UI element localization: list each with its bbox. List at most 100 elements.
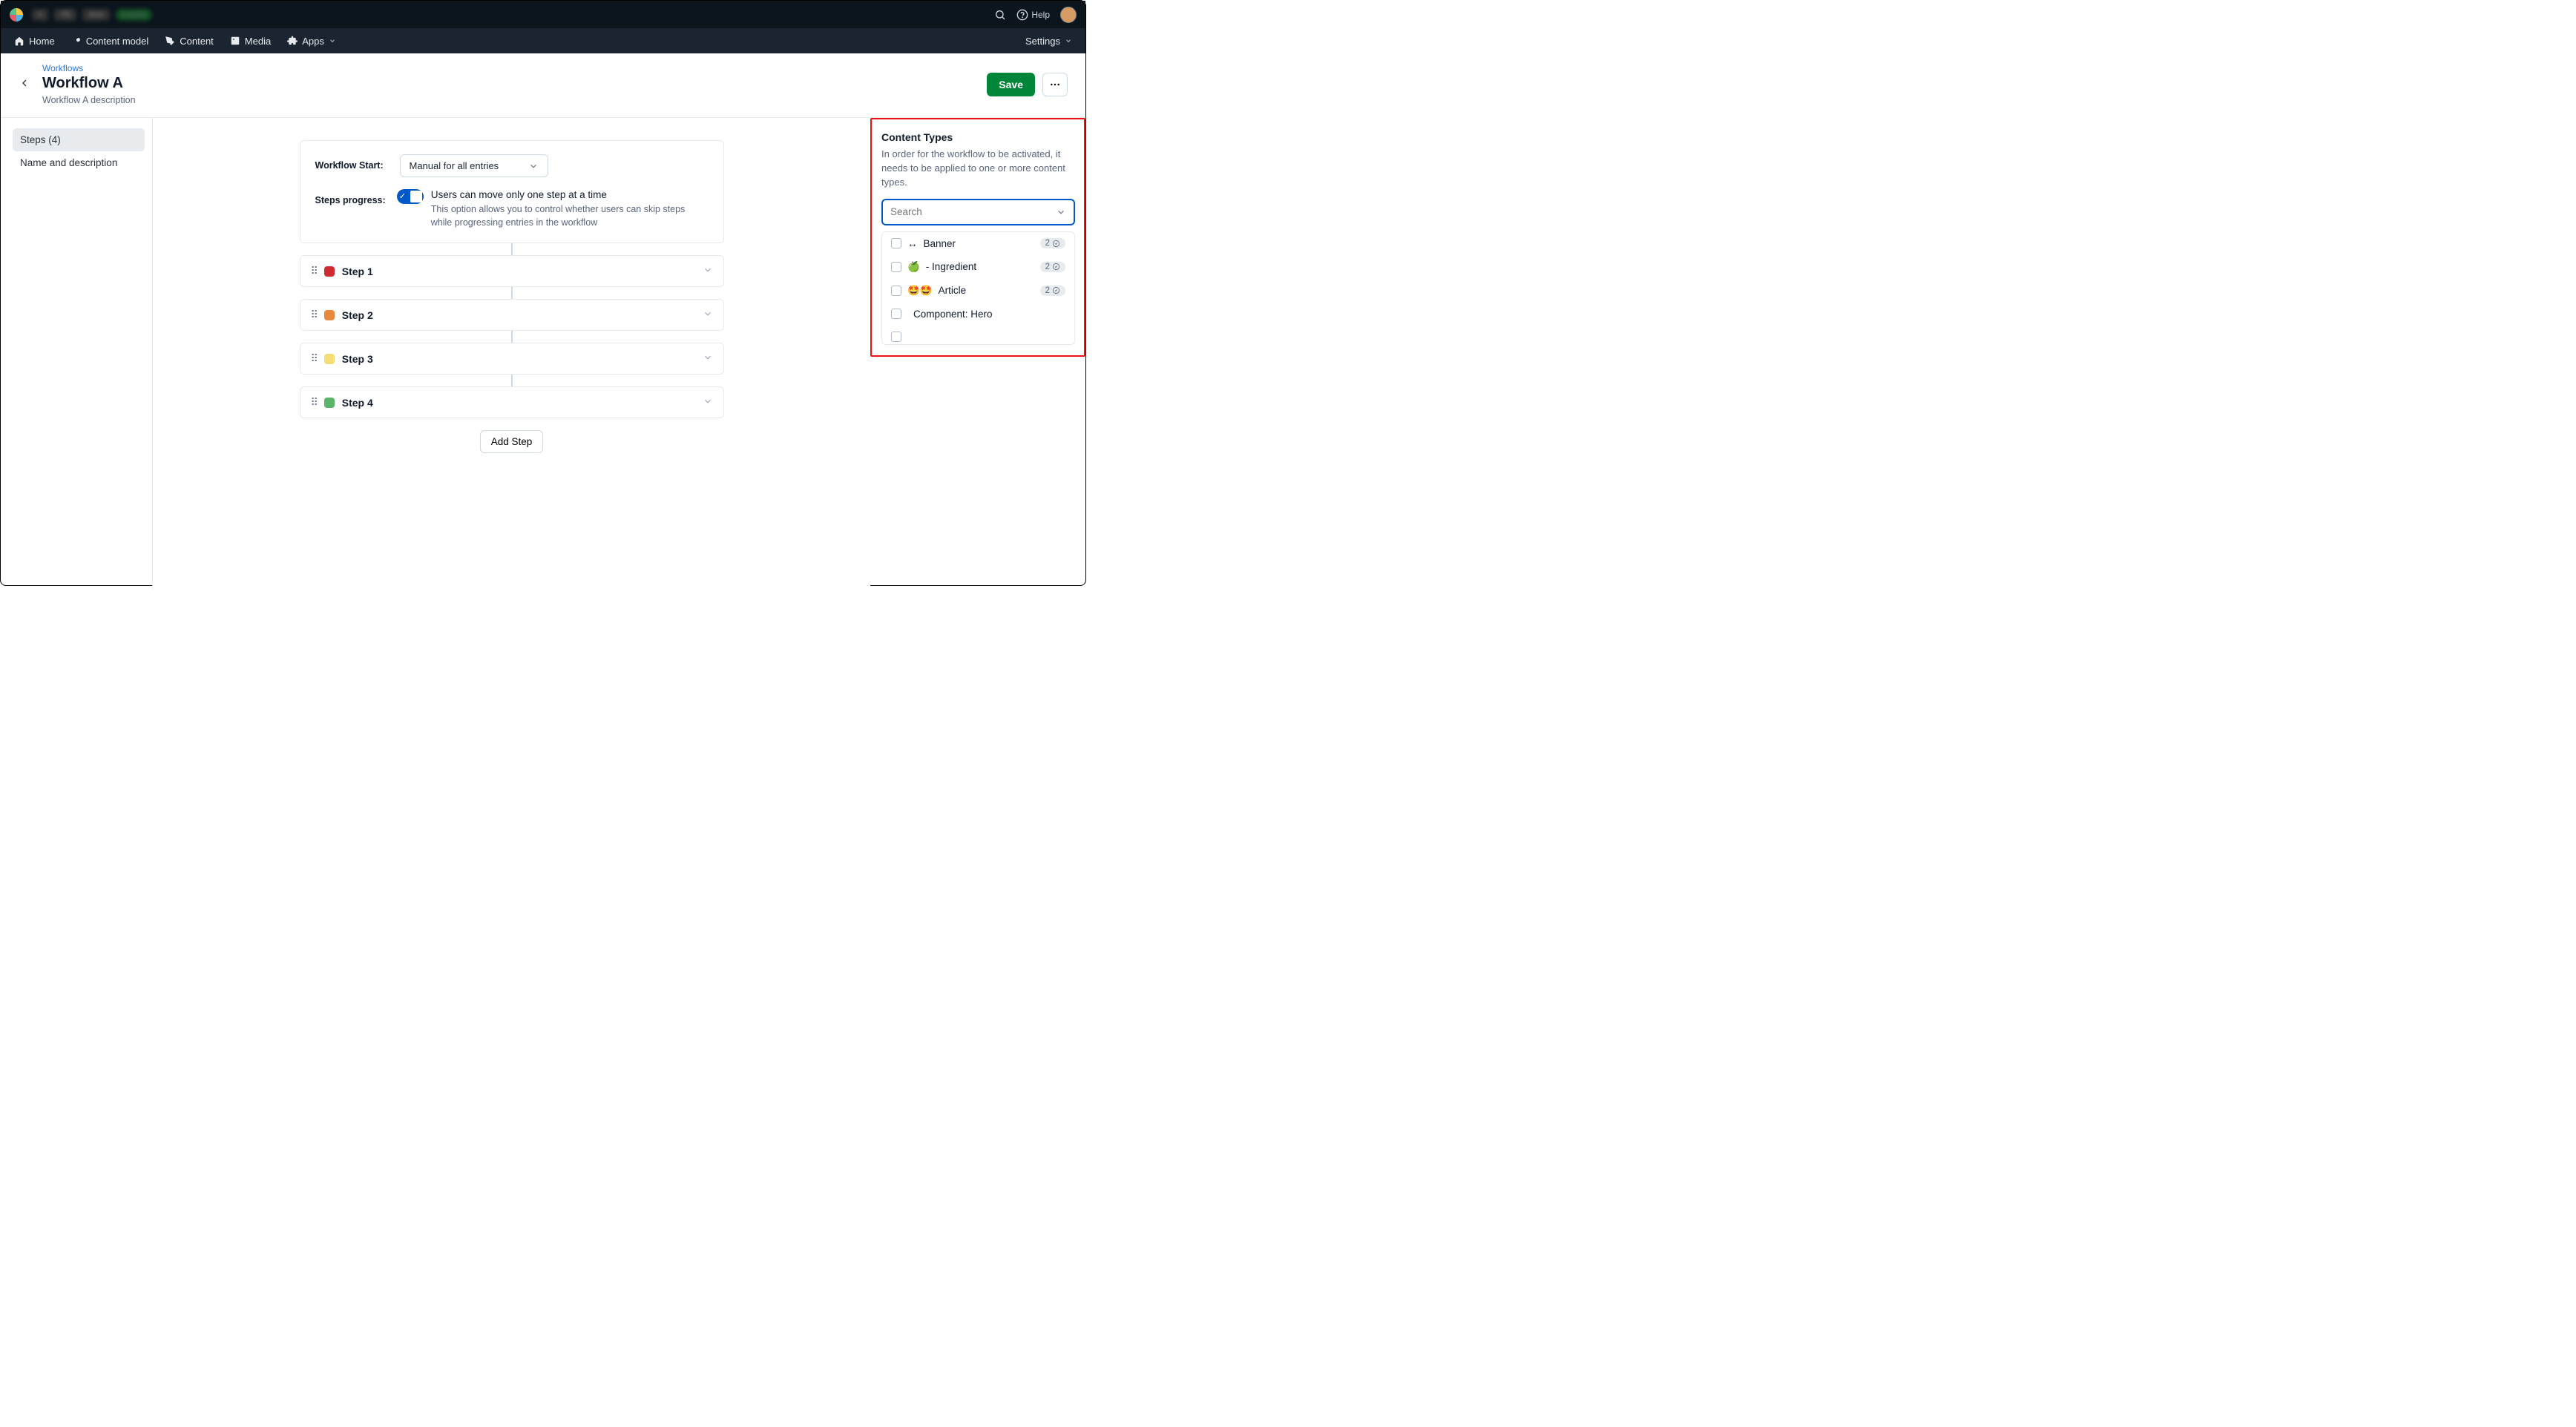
drag-handle-icon[interactable]: ⠿: [311, 396, 317, 409]
step-row[interactable]: ⠿ Step 1: [300, 255, 724, 287]
nav-settings-label: Settings: [1025, 36, 1060, 47]
main-content: Workflow Start: Manual for all entries S…: [153, 118, 870, 589]
chevron-down-icon: [1056, 207, 1066, 217]
sidebar-item-steps[interactable]: Steps (4): [13, 128, 145, 151]
content-type-item[interactable]: 🍏 - Ingredient 2: [882, 255, 1074, 279]
search-icon[interactable]: [994, 9, 1006, 21]
content-types-list: ↔ Banner 2 🍏 - Ingredient 2 🤩🤩 Article 2…: [881, 231, 1075, 345]
toggle-title: Users can move only one step at a time: [431, 189, 709, 200]
workflow-start-select[interactable]: Manual for all entries: [400, 154, 548, 177]
page-title: Workflow A: [42, 75, 136, 92]
left-sidebar: Steps (4) Name and description: [1, 118, 153, 589]
workflow-start-label: Workflow Start:: [315, 154, 390, 171]
checkbox[interactable]: [891, 238, 901, 248]
content-type-item[interactable]: ↔ Banner 2: [882, 232, 1074, 255]
step-connector: [511, 331, 513, 343]
step-connector: [511, 375, 513, 386]
navbar: Home Content model Content Media Apps Se…: [1, 28, 1085, 53]
puzzle-icon: [287, 36, 298, 46]
chevron-down-icon: [329, 37, 336, 45]
step-connector: [511, 287, 513, 299]
step-label: Step 3: [342, 353, 373, 365]
chevron-down-icon: [703, 309, 713, 321]
back-button[interactable]: [19, 77, 36, 91]
usage-count-badge: 2: [1040, 262, 1065, 272]
more-actions-button[interactable]: [1042, 73, 1068, 96]
org-switcher-blurred: ≡ TE Amr master: [32, 9, 152, 21]
content-types-search[interactable]: [881, 199, 1075, 225]
chevron-down-icon: [1065, 37, 1072, 45]
logo-icon: [10, 8, 23, 22]
content-types-title: Content Types: [881, 131, 1075, 143]
page-header: Workflows Workflow A Workflow A descript…: [1, 53, 1085, 118]
content-type-item[interactable]: 🤩🤩 Article 2: [882, 279, 1074, 303]
usage-count-badge: 2: [1040, 286, 1065, 296]
nav-home[interactable]: Home: [14, 36, 55, 47]
nav-home-label: Home: [29, 36, 55, 47]
nav-apps-label: Apps: [302, 36, 324, 47]
step-label: Step 1: [342, 266, 373, 277]
steps-progress-toggle[interactable]: ✓: [397, 189, 424, 204]
workflow-icon: [1052, 263, 1060, 271]
workflow-icon: [1052, 286, 1060, 294]
search-input[interactable]: [890, 206, 1031, 217]
nav-content-model[interactable]: Content model: [71, 36, 149, 47]
workflow-icon: [1052, 240, 1060, 248]
nav-media-label: Media: [245, 36, 271, 47]
steps-progress-label: Steps progress:: [315, 189, 387, 205]
checkbox[interactable]: [891, 309, 901, 319]
step-label: Step 4: [342, 397, 373, 409]
usage-count-badge: 2: [1040, 238, 1065, 248]
content-type-label: Banner: [924, 238, 956, 249]
topbar: ≡ TE Amr master Help: [1, 1, 1085, 28]
step-row[interactable]: ⠿ Step 4: [300, 386, 724, 418]
workflow-config-card: Workflow Start: Manual for all entries S…: [300, 140, 724, 243]
checkbox[interactable]: [891, 332, 901, 342]
step-connector: [511, 243, 513, 255]
nav-apps[interactable]: Apps: [287, 36, 336, 47]
nav-content-model-label: Content model: [86, 36, 149, 47]
body: Steps (4) Name and description Workflow …: [1, 118, 1085, 589]
page-description: Workflow A description: [42, 95, 136, 105]
checkbox[interactable]: [891, 262, 901, 272]
content-type-item[interactable]: [882, 326, 1074, 345]
avatar[interactable]: [1060, 7, 1077, 23]
content-types-description: In order for the workflow to be activate…: [881, 148, 1075, 190]
content-type-label: Article: [939, 285, 967, 296]
content-type-label: - Ingredient: [926, 261, 976, 272]
chevron-left-icon: [19, 77, 30, 89]
content-type-label: Component: Hero: [913, 309, 993, 320]
chevron-down-icon: [703, 396, 713, 409]
help-button[interactable]: Help: [1016, 9, 1050, 21]
checkbox[interactable]: [891, 286, 901, 296]
sidebar-item-name-description[interactable]: Name and description: [13, 151, 145, 174]
drag-handle-icon[interactable]: ⠿: [311, 265, 317, 277]
toggle-description: This option allows you to control whethe…: [431, 203, 709, 229]
pen-icon: [165, 36, 175, 46]
add-step-button[interactable]: Add Step: [480, 430, 544, 453]
chevron-down-icon: [703, 352, 713, 365]
content-type-icon: ↔: [907, 238, 918, 249]
drag-handle-icon[interactable]: ⠿: [311, 309, 317, 321]
step-label: Step 2: [342, 309, 373, 321]
step-color-dot: [324, 398, 335, 408]
workflow-start-value: Manual for all entries: [410, 160, 499, 171]
dots-icon: [1049, 79, 1061, 90]
nav-settings[interactable]: Settings: [1025, 36, 1072, 47]
content-type-item[interactable]: Component: Hero: [882, 303, 1074, 326]
save-button[interactable]: Save: [987, 73, 1035, 96]
image-icon: [230, 36, 240, 46]
step-row[interactable]: ⠿ Step 2: [300, 299, 724, 331]
home-icon: [14, 36, 24, 46]
step-color-dot: [324, 266, 335, 277]
step-row[interactable]: ⠿ Step 3: [300, 343, 724, 375]
content-types-panel: Content Types In order for the workflow …: [870, 118, 1085, 357]
step-color-dot: [324, 310, 335, 320]
drag-handle-icon[interactable]: ⠿: [311, 352, 317, 365]
wrench-icon: [71, 36, 82, 46]
nav-content[interactable]: Content: [165, 36, 214, 47]
nav-media[interactable]: Media: [230, 36, 271, 47]
nav-content-label: Content: [180, 36, 214, 47]
breadcrumb[interactable]: Workflows: [42, 63, 136, 73]
help-icon: [1016, 9, 1028, 21]
